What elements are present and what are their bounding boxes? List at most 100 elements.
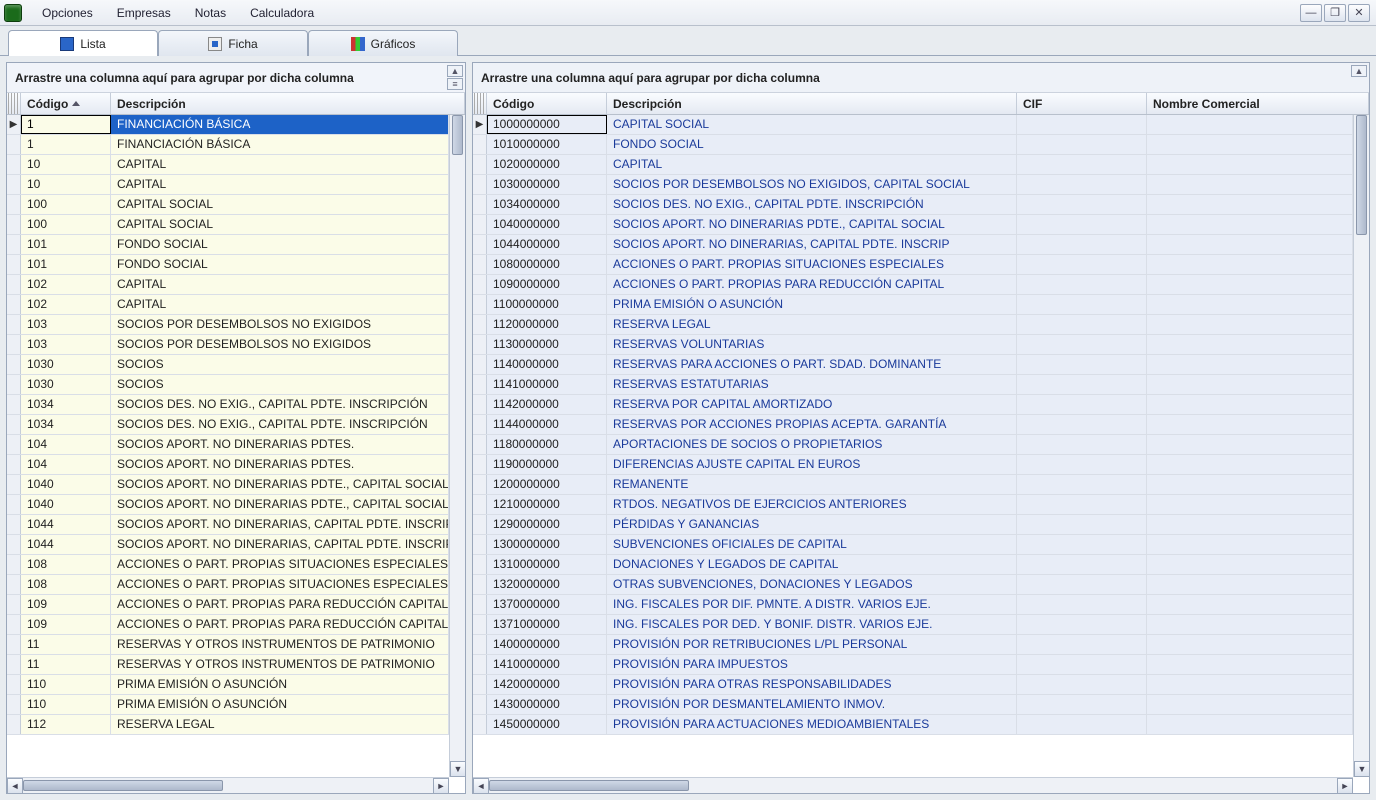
table-row[interactable]: 1044SOCIOS APORT. NO DINERARIAS, CAPITAL… (7, 535, 449, 555)
table-row[interactable]: 100CAPITAL SOCIAL (7, 215, 449, 235)
menu-calculadora[interactable]: Calculadora (238, 2, 326, 24)
table-row[interactable]: ▶1000000000CAPITAL SOCIAL (473, 115, 1353, 135)
close-button[interactable]: ✕ (1348, 4, 1370, 22)
table-row[interactable]: 1450000000PROVISIÓN PARA ACTUACIONES MED… (473, 715, 1353, 735)
table-row[interactable]: 1320000000OTRAS SUBVENCIONES, DONACIONES… (473, 575, 1353, 595)
tab-graficos[interactable]: Gráficos (308, 30, 458, 56)
table-row[interactable]: 108ACCIONES O PART. PROPIAS SITUACIONES … (7, 555, 449, 575)
table-row[interactable]: 11RESERVAS Y OTROS INSTRUMENTOS DE PATRI… (7, 655, 449, 675)
table-row[interactable]: 1410000000PROVISIÓN PARA IMPUESTOS (473, 655, 1353, 675)
table-row[interactable]: 1300000000SUBVENCIONES OFICIALES DE CAPI… (473, 535, 1353, 555)
row-selector-header[interactable] (7, 93, 21, 114)
minimize-button[interactable]: — (1300, 4, 1322, 22)
table-row[interactable]: 1190000000DIFERENCIAS AJUSTE CAPITAL EN … (473, 455, 1353, 475)
scroll-down-icon[interactable]: ▼ (450, 761, 465, 777)
table-row[interactable]: 108ACCIONES O PART. PROPIAS SITUACIONES … (7, 575, 449, 595)
table-row[interactable]: 102CAPITAL (7, 275, 449, 295)
scroll-right-icon[interactable]: ► (1337, 778, 1353, 793)
table-row[interactable]: 1080000000ACCIONES O PART. PROPIAS SITUA… (473, 255, 1353, 275)
table-row[interactable]: 1371000000ING. FISCALES POR DED. Y BONIF… (473, 615, 1353, 635)
left-group-bar[interactable]: Arrastre una columna aquí para agrupar p… (7, 63, 465, 93)
table-row[interactable]: 1034SOCIOS DES. NO EXIG., CAPITAL PDTE. … (7, 395, 449, 415)
table-row[interactable]: 1040000000SOCIOS APORT. NO DINERARIAS PD… (473, 215, 1353, 235)
scrollbar-thumb[interactable] (23, 780, 223, 791)
right-group-bar[interactable]: Arrastre una columna aquí para agrupar p… (473, 63, 1369, 93)
scrollbar-thumb[interactable] (489, 780, 689, 791)
scroll-up-icon[interactable]: ▲ (447, 65, 463, 77)
table-row[interactable]: 1030SOCIOS (7, 355, 449, 375)
right-col-descripcion[interactable]: Descripción (607, 93, 1017, 114)
table-row[interactable]: 10CAPITAL (7, 155, 449, 175)
table-row[interactable]: 1034SOCIOS DES. NO EXIG., CAPITAL PDTE. … (7, 415, 449, 435)
right-grid-body[interactable]: ▶1000000000CAPITAL SOCIAL1010000000FONDO… (473, 115, 1353, 777)
tab-ficha[interactable]: Ficha (158, 30, 308, 56)
left-col-descripcion[interactable]: Descripción (111, 93, 465, 114)
table-row[interactable]: 1FINANCIACIÓN BÁSICA (7, 135, 449, 155)
table-row[interactable]: 1370000000ING. FISCALES POR DIF. PMNTE. … (473, 595, 1353, 615)
scroll-left-icon[interactable]: ◄ (7, 778, 23, 793)
table-row[interactable]: 101FONDO SOCIAL (7, 235, 449, 255)
table-row[interactable]: 1010000000FONDO SOCIAL (473, 135, 1353, 155)
table-row[interactable]: 1100000000PRIMA EMISIÓN O ASUNCIÓN (473, 295, 1353, 315)
table-row[interactable]: 11RESERVAS Y OTROS INSTRUMENTOS DE PATRI… (7, 635, 449, 655)
tab-lista[interactable]: Lista (8, 30, 158, 56)
left-vertical-scrollbar[interactable]: ▼ (449, 115, 465, 777)
row-selector-header[interactable] (473, 93, 487, 114)
scrollbar-thumb[interactable] (452, 115, 463, 155)
table-row[interactable]: 1142000000RESERVA POR CAPITAL AMORTIZADO (473, 395, 1353, 415)
table-row[interactable]: 1044SOCIOS APORT. NO DINERARIAS, CAPITAL… (7, 515, 449, 535)
table-row[interactable]: 1141000000RESERVAS ESTATUTARIAS (473, 375, 1353, 395)
left-col-codigo[interactable]: Código (21, 93, 111, 114)
table-row[interactable]: ▶1FINANCIACIÓN BÁSICA (7, 115, 449, 135)
menu-opciones[interactable]: Opciones (30, 2, 105, 24)
right-col-codigo[interactable]: Código (487, 93, 607, 114)
table-row[interactable]: 101FONDO SOCIAL (7, 255, 449, 275)
table-row[interactable]: 1030SOCIOS (7, 375, 449, 395)
scroll-up-icon[interactable]: ▲ (1351, 65, 1367, 77)
menu-notas[interactable]: Notas (183, 2, 238, 24)
right-horizontal-scrollbar[interactable]: ◄ ► (473, 777, 1353, 793)
scroll-left-icon[interactable]: ◄ (473, 778, 489, 793)
table-row[interactable]: 1044000000SOCIOS APORT. NO DINERARIAS, C… (473, 235, 1353, 255)
scrollbar-thumb[interactable] (1356, 115, 1367, 235)
table-row[interactable]: 1090000000ACCIONES O PART. PROPIAS PARA … (473, 275, 1353, 295)
table-row[interactable]: 1210000000RTDOS. NEGATIVOS DE EJERCICIOS… (473, 495, 1353, 515)
table-row[interactable]: 1034000000SOCIOS DES. NO EXIG., CAPITAL … (473, 195, 1353, 215)
right-col-cif[interactable]: CIF (1017, 93, 1147, 114)
table-row[interactable]: 1200000000REMANENTE (473, 475, 1353, 495)
table-row[interactable]: 1030000000SOCIOS POR DESEMBOLSOS NO EXIG… (473, 175, 1353, 195)
right-col-nombre[interactable]: Nombre Comercial (1147, 93, 1369, 114)
right-vertical-scrollbar[interactable]: ▼ (1353, 115, 1369, 777)
table-row[interactable]: 1310000000DONACIONES Y LEGADOS DE CAPITA… (473, 555, 1353, 575)
table-row[interactable]: 109ACCIONES O PART. PROPIAS PARA REDUCCI… (7, 595, 449, 615)
table-row[interactable]: 10CAPITAL (7, 175, 449, 195)
table-row[interactable]: 110PRIMA EMISIÓN O ASUNCIÓN (7, 695, 449, 715)
scroll-right-icon[interactable]: ► (433, 778, 449, 793)
table-row[interactable]: 1420000000PROVISIÓN PARA OTRAS RESPONSAB… (473, 675, 1353, 695)
table-row[interactable]: 1020000000CAPITAL (473, 155, 1353, 175)
menu-empresas[interactable]: Empresas (105, 2, 183, 24)
table-row[interactable]: 1040SOCIOS APORT. NO DINERARIAS PDTE., C… (7, 495, 449, 515)
table-row[interactable]: 1400000000PROVISIÓN POR RETRIBUCIONES L/… (473, 635, 1353, 655)
table-row[interactable]: 1430000000PROVISIÓN POR DESMANTELAMIENTO… (473, 695, 1353, 715)
scroll-down-icon[interactable]: ▼ (1354, 761, 1369, 777)
table-row[interactable]: 110PRIMA EMISIÓN O ASUNCIÓN (7, 675, 449, 695)
table-row[interactable]: 100CAPITAL SOCIAL (7, 195, 449, 215)
left-horizontal-scrollbar[interactable]: ◄ ► (7, 777, 449, 793)
table-row[interactable]: 104SOCIOS APORT. NO DINERARIAS PDTES. (7, 435, 449, 455)
table-row[interactable]: 102CAPITAL (7, 295, 449, 315)
table-row[interactable]: 1290000000PÉRDIDAS Y GANANCIAS (473, 515, 1353, 535)
table-row[interactable]: 1144000000RESERVAS POR ACCIONES PROPIAS … (473, 415, 1353, 435)
table-row[interactable]: 1180000000APORTACIONES DE SOCIOS O PROPI… (473, 435, 1353, 455)
table-row[interactable]: 1040SOCIOS APORT. NO DINERARIAS PDTE., C… (7, 475, 449, 495)
table-row[interactable]: 1140000000RESERVAS PARA ACCIONES O PART.… (473, 355, 1353, 375)
left-grid-body[interactable]: ▶1FINANCIACIÓN BÁSICA1FINANCIACIÓN BÁSIC… (7, 115, 449, 777)
table-row[interactable]: 104SOCIOS APORT. NO DINERARIAS PDTES. (7, 455, 449, 475)
table-row[interactable]: 103SOCIOS POR DESEMBOLSOS NO EXIGIDOS (7, 335, 449, 355)
scroll-options-icon[interactable]: ≡ (447, 78, 463, 90)
table-row[interactable]: 109ACCIONES O PART. PROPIAS PARA REDUCCI… (7, 615, 449, 635)
table-row[interactable]: 1120000000RESERVA LEGAL (473, 315, 1353, 335)
table-row[interactable]: 1130000000RESERVAS VOLUNTARIAS (473, 335, 1353, 355)
table-row[interactable]: 112RESERVA LEGAL (7, 715, 449, 735)
table-row[interactable]: 103SOCIOS POR DESEMBOLSOS NO EXIGIDOS (7, 315, 449, 335)
